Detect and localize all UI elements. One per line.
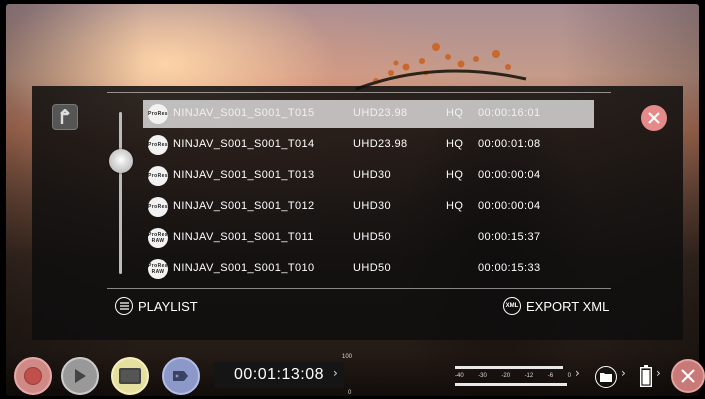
tag-button[interactable] — [162, 357, 200, 395]
codec-badge-icon: ProRes — [148, 135, 168, 155]
close-icon — [681, 369, 695, 383]
meter-tick-label: -6 — [547, 373, 554, 379]
codec-badge-icon: ProRes RAW — [148, 259, 168, 279]
meter-bar-left — [455, 366, 563, 369]
close-browser-button[interactable] — [641, 105, 667, 131]
clip-resolution: UHD30 — [353, 200, 392, 212]
meter-bar-right — [455, 383, 567, 386]
clip-duration: 00:00:16:01 — [478, 107, 541, 119]
clip-resolution: UHD50 — [353, 262, 392, 274]
clip-quality: HQ — [446, 200, 464, 212]
play-icon — [75, 369, 86, 383]
clip-name: NINJAV_S001_S001_T014 — [173, 138, 315, 150]
list-icon — [115, 297, 133, 315]
export-xml-button[interactable]: XML EXPORT XML — [503, 297, 609, 315]
clip-name: NINJAV_S001_S001_T010 — [173, 262, 315, 274]
chevron-right-icon[interactable]: › — [656, 366, 661, 380]
level-bottom-label: 0 — [348, 390, 352, 396]
clip-duration: 00:00:15:37 — [478, 231, 541, 243]
clip-quality: HQ — [446, 138, 464, 150]
meter-tick-label: -40 — [455, 373, 464, 379]
level-top-label: 100 — [342, 354, 353, 360]
chevron-right-icon[interactable]: › — [333, 366, 338, 380]
clip-duration: 00:00:00:04 — [478, 169, 541, 181]
clip-row[interactable]: ProRes RAW NINJAV_S001_S001_T011 UHD50 00:00… — [143, 224, 594, 252]
clip-name: NINJAV_S001_S001_T011 — [173, 231, 314, 243]
clip-resolution: UHD50 — [353, 231, 392, 243]
clip-row[interactable]: ProRes RAW NINJAV_S001_S001_T010 UHD50 00:00… — [143, 255, 594, 283]
scroll-thumb[interactable] — [109, 149, 133, 173]
meter-tick-label: 0 — [567, 373, 571, 379]
codec-badge-icon: ProRes RAW — [148, 228, 168, 248]
xml-icon: XML — [503, 297, 521, 315]
timecode-display[interactable]: 00:01:13:08 — [214, 362, 344, 388]
clip-quality: HQ — [446, 169, 464, 181]
audio-meter[interactable]: -40 -30 -20 -12 -6 0 — [455, 366, 571, 387]
meter-tick-label: -20 — [501, 373, 511, 379]
codec-badge-icon: ProRes — [148, 197, 168, 217]
clip-name: NINJAV_S001_S001_T012 — [173, 200, 315, 212]
play-button[interactable] — [61, 357, 99, 395]
codec-badge-icon: ProRes — [148, 104, 168, 124]
close-icon — [648, 112, 660, 124]
clip-name: NINJAV_S001_S001_T013 — [173, 169, 315, 181]
clip-resolution: UHD23.98 — [353, 107, 408, 119]
record-icon — [24, 367, 42, 385]
meter-tick-label: -12 — [524, 373, 534, 379]
clip-row[interactable]: ProRes NINJAV_S001_S001_T012 UHD30 HQ 00:00:… — [143, 193, 594, 221]
meter-scale: -40 -30 -20 -12 -6 0 — [455, 373, 571, 379]
playlist-button[interactable]: PLAYLIST — [115, 297, 198, 315]
clip-row[interactable]: ProRes NINJAV_S001_S001_T014 UHD23.98 HQ 00:… — [143, 131, 594, 159]
divider-bottom — [107, 288, 611, 289]
chevron-right-icon[interactable]: › — [575, 366, 580, 380]
close-button[interactable] — [671, 359, 705, 393]
codec-badge-icon: ProRes — [148, 166, 168, 186]
divider-top — [107, 92, 611, 93]
monitor-icon — [119, 368, 141, 384]
clip-name: NINJAV_S001_S001_T015 — [173, 107, 315, 119]
clip-resolution: UHD30 — [353, 169, 392, 181]
clip-quality: HQ — [446, 107, 464, 119]
clip-duration: 00:00:15:33 — [478, 262, 541, 274]
folder-up-button[interactable] — [52, 104, 78, 130]
playlist-label: PLAYLIST — [138, 298, 198, 314]
record-button[interactable] — [14, 357, 52, 395]
clip-resolution: UHD23.98 — [353, 138, 408, 150]
chevron-right-icon[interactable]: › — [621, 366, 626, 380]
battery-icon[interactable] — [640, 365, 652, 387]
folder-up-icon — [60, 109, 70, 124]
monitor-mode-button[interactable] — [111, 357, 149, 395]
tag-icon — [173, 371, 188, 381]
media-folder-button[interactable] — [595, 366, 617, 388]
meter-tick-label: -30 — [478, 373, 487, 379]
export-xml-label: EXPORT XML — [526, 298, 610, 314]
clip-duration: 00:00:00:04 — [478, 200, 541, 212]
scroll-track[interactable] — [119, 112, 122, 274]
folder-icon — [600, 373, 612, 382]
clip-duration: 00:00:01:08 — [478, 138, 541, 150]
clip-row[interactable]: ProRes NINJAV_S001_S001_T013 UHD30 HQ 00:00:… — [143, 162, 594, 190]
clip-row[interactable]: ProRes NINJAV_S001_S001_T015 UHD23.98 HQ 00:… — [143, 100, 594, 128]
